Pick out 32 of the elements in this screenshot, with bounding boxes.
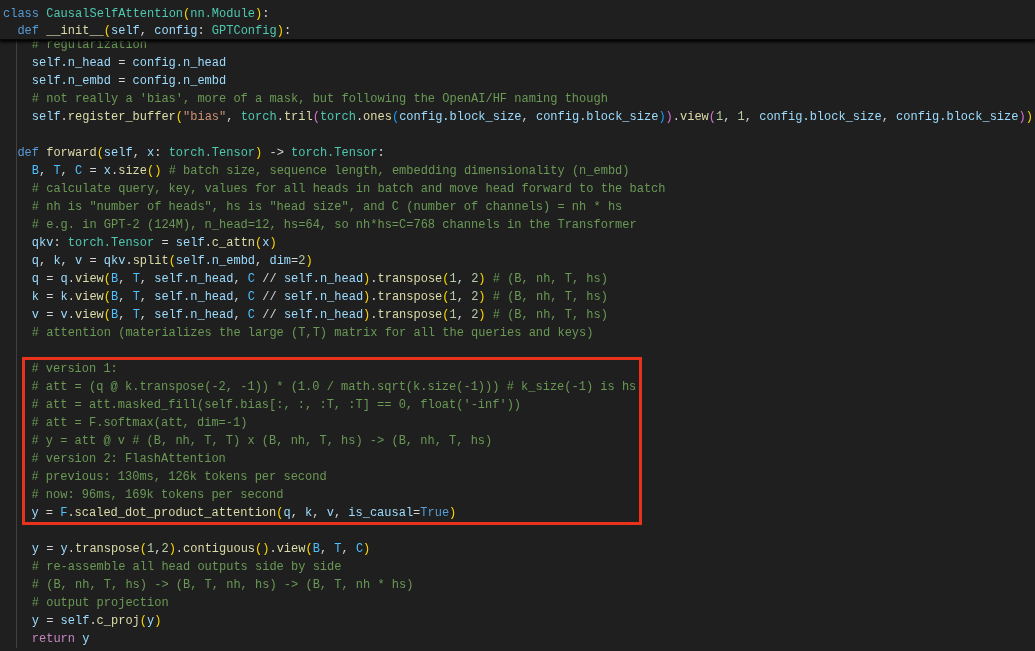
code-line: return y — [31, 631, 90, 647]
code-line: y = self.c_proj(y) — [31, 613, 162, 629]
code-line: # (B, nh, T, hs) -> (B, T, nh, hs) -> (B, T, nh * hs) — [31, 577, 414, 593]
code-line: v = v.view(B, T, self.n_head, C // self.n_head).transpose(1, 2) # (B, nh, T, hs) — [31, 307, 608, 323]
code-line: # y = att @ v # (B, nh, T, T) x (B, nh, T, hs) -> (B, nh, T, hs) — [31, 433, 493, 449]
code-line: # calculate query, key, values for all heads in batch and move head forward to the batch — [31, 181, 666, 197]
code-line: # version 1: — [31, 361, 118, 377]
code-line: self.register_buffer("bias", torch.tril(torch.ones(config.block_size, config.block_size)).view(1, 1, config.block_size, config.block_size)) — [31, 109, 1033, 125]
code-line: # re-assemble all head outputs side by side — [31, 559, 342, 575]
code-line: # nh is "number of heads", hs is "head size", and C (number of channels) = nh * hs — [31, 199, 623, 215]
code-line: # att = F.softmax(att, dim=-1) — [31, 415, 248, 431]
code-line: q = q.view(B, T, self.n_head, C // self.n_head).transpose(1, 2) # (B, nh, T, hs) — [31, 271, 608, 287]
code-line: # e.g. in GPT-2 (124M), n_head=12, hs=64, so nh*hs=C=768 channels in the Transformer — [31, 217, 637, 233]
code-line: # now: 96ms, 169k tokens per second — [31, 487, 284, 503]
code-line: B, T, C = x.size() # batch size, sequence length, embedding dimensionality (n_embd) — [31, 163, 630, 179]
code-line: # output projection — [31, 595, 169, 611]
sticky-scroll-line: def __init__(self, config: GPTConfig): — [17, 22, 292, 39]
code-line: # attention (materializes the large (T,T) matrix for all the queries and keys) — [31, 325, 594, 341]
code-line: # version 2: FlashAttention — [31, 451, 226, 467]
code-line: self.n_embd = config.n_embd — [31, 73, 227, 89]
code-line: y = F.scaled_dot_product_attention(q, k, v, is_causal=True) — [31, 505, 457, 521]
code-line: # att = att.masked_fill(self.bias[:, :, :T, :T] == 0, float('-inf')) — [31, 397, 522, 413]
code-line: # not really a 'bias', more of a mask, but following the OpenAI/HF naming though — [31, 91, 608, 107]
sticky-scroll-line: class CausalSelfAttention(nn.Module): — [3, 5, 270, 22]
code-line: def forward(self, x: torch.Tensor) -> torch.Tensor: — [17, 145, 385, 161]
code-line: k = k.view(B, T, self.n_head, C // self.n_head).transpose(1, 2) # (B, nh, T, hs) — [31, 289, 608, 305]
code-line: q, k, v = qkv.split(self.n_embd, dim=2) — [31, 253, 313, 269]
code-line: # att = (q @ k.transpose(-2, -1)) * (1.0 / math.sqrt(k.size(-1))) # k_size(-1) is hs — [31, 379, 637, 395]
code-line: self.n_head = config.n_head — [31, 55, 227, 71]
code-line: qkv: torch.Tensor = self.c_attn(x) — [31, 235, 277, 251]
code-line: y = y.transpose(1,2).contiguous().view(B, T, C) — [31, 541, 371, 557]
code-line: # previous: 130ms, 126k tokens per second — [31, 469, 327, 485]
